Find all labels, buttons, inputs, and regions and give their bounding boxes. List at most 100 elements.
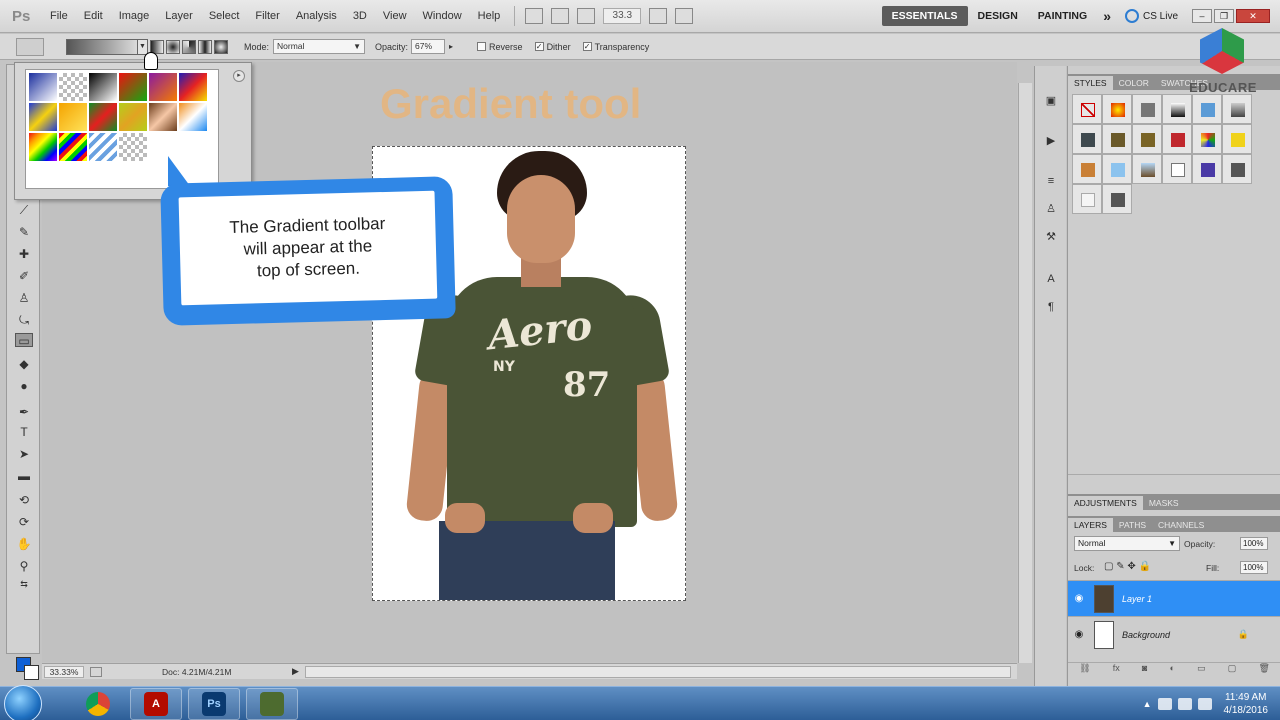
- style-swatch[interactable]: [1102, 124, 1132, 154]
- style-swatch[interactable]: [1222, 154, 1252, 184]
- tab-layers[interactable]: LAYERS: [1068, 518, 1113, 532]
- style-swatch[interactable]: [1162, 124, 1192, 154]
- clone-stamp-icon[interactable]: ♙: [15, 291, 33, 305]
- layer-opacity-field[interactable]: 100%: [1240, 537, 1268, 550]
- mode-select[interactable]: Normal ▼: [273, 39, 366, 54]
- tab-channels[interactable]: CHANNELS: [1152, 518, 1210, 532]
- layer-row-background[interactable]: ◉ Background 🔒: [1068, 616, 1280, 652]
- style-swatch[interactable]: [1192, 124, 1222, 154]
- status-menu-arrow-icon[interactable]: ▶: [292, 666, 299, 677]
- volume-icon[interactable]: [1197, 697, 1212, 710]
- gradient-swatch[interactable]: [178, 72, 208, 102]
- menu-window[interactable]: Window: [415, 10, 470, 22]
- gradient-swatch[interactable]: [58, 102, 88, 132]
- dither-checkbox[interactable]: ✓ Dither: [534, 42, 571, 52]
- gradient-swatch[interactable]: [88, 72, 118, 102]
- layer-style-icon[interactable]: fx: [1113, 663, 1120, 676]
- background-color-swatch[interactable]: [24, 665, 39, 680]
- dodge-icon[interactable]: ●: [15, 379, 33, 393]
- taskbar-acrobat[interactable]: A: [130, 687, 182, 720]
- menu-select[interactable]: Select: [201, 10, 248, 22]
- popup-menu-icon[interactable]: ▸: [233, 70, 245, 82]
- gradient-swatch[interactable]: [178, 102, 208, 132]
- bridge-icon[interactable]: [525, 8, 544, 24]
- style-swatch[interactable]: [1072, 124, 1102, 154]
- screen-mode-icon[interactable]: [675, 8, 694, 24]
- adjustment-layer-icon[interactable]: ◐: [1169, 663, 1174, 676]
- zoom-level-field[interactable]: 33.3: [603, 8, 642, 24]
- status-info-icon[interactable]: [90, 666, 102, 677]
- character-panel-icon[interactable]: A: [1043, 272, 1059, 286]
- menu-edit[interactable]: Edit: [76, 10, 111, 22]
- menu-layer[interactable]: Layer: [157, 10, 201, 22]
- transparency-checkbox[interactable]: ✓ Transparency: [582, 42, 649, 52]
- history-panel-icon[interactable]: ▣: [1043, 94, 1059, 108]
- layer-name[interactable]: Background: [1122, 630, 1170, 640]
- healing-brush-icon[interactable]: ✚: [15, 247, 33, 261]
- path-selection-icon[interactable]: ➤: [15, 447, 33, 461]
- quick-selection-icon[interactable]: ⟋: [15, 203, 33, 217]
- 3d-rotate-icon[interactable]: ⟲: [15, 493, 33, 507]
- opacity-slider-icon[interactable]: ▸: [449, 42, 453, 51]
- menu-filter[interactable]: Filter: [247, 10, 287, 22]
- gradient-swatch[interactable]: [28, 132, 58, 162]
- diamond-gradient-button[interactable]: [214, 39, 228, 54]
- add-mask-icon[interactable]: ◙: [1142, 663, 1147, 676]
- clone-source-panel-icon[interactable]: ♙: [1043, 202, 1059, 216]
- eyedropper-icon[interactable]: ✎: [15, 225, 33, 239]
- radial-gradient-button[interactable]: [166, 39, 180, 54]
- taskbar-app[interactable]: [246, 687, 298, 720]
- layer-name[interactable]: Layer 1: [1122, 594, 1152, 604]
- eye-icon[interactable]: ◉: [1068, 629, 1090, 640]
- tool-preset-picker[interactable]: [16, 37, 44, 56]
- minimize-icon[interactable]: –: [1192, 9, 1212, 23]
- gradient-swatch[interactable]: [88, 132, 118, 162]
- gradient-swatch[interactable]: [148, 72, 178, 102]
- menu-file[interactable]: File: [42, 10, 76, 22]
- tab-paths[interactable]: PATHS: [1113, 518, 1152, 532]
- layer-blend-mode-select[interactable]: Normal ▼: [1074, 536, 1180, 551]
- zoom-icon[interactable]: ⚲: [15, 559, 33, 573]
- style-none-icon[interactable]: [1072, 94, 1102, 124]
- style-swatch[interactable]: [1102, 184, 1132, 214]
- style-swatch[interactable]: [1132, 124, 1162, 154]
- style-swatch[interactable]: [1222, 124, 1252, 154]
- eye-icon[interactable]: ◉: [1068, 593, 1090, 604]
- taskbar-photoshop[interactable]: Ps: [188, 687, 240, 720]
- new-group-icon[interactable]: ▭: [1197, 663, 1206, 676]
- actions-panel-icon[interactable]: ▶: [1043, 134, 1059, 148]
- layer-row-layer-1[interactable]: ◉ Layer 1: [1068, 580, 1280, 616]
- tool-presets-panel-icon[interactable]: ⚒: [1043, 230, 1059, 244]
- workspace-essentials[interactable]: ESSENTIALS: [881, 6, 968, 26]
- gradient-swatch[interactable]: [118, 102, 148, 132]
- blur-icon[interactable]: ◆: [15, 357, 33, 371]
- gradient-swatch[interactable]: [58, 72, 88, 102]
- arrange-documents-icon[interactable]: [649, 8, 668, 24]
- tab-color[interactable]: COLOR: [1113, 76, 1155, 90]
- style-swatch[interactable]: [1102, 94, 1132, 124]
- style-swatch[interactable]: [1102, 154, 1132, 184]
- gradient-swatch[interactable]: [28, 102, 58, 132]
- taskbar-chrome[interactable]: [72, 688, 124, 720]
- style-swatch[interactable]: [1132, 94, 1162, 124]
- brushes-panel-icon[interactable]: ≡: [1043, 174, 1059, 188]
- chevron-down-icon[interactable]: ▼: [137, 39, 147, 54]
- history-brush-icon[interactable]: ⤿: [15, 313, 33, 327]
- tray-app-icon[interactable]: [1157, 697, 1172, 710]
- style-swatch[interactable]: [1132, 154, 1162, 184]
- gradient-swatch[interactable]: [28, 72, 58, 102]
- reflected-gradient-button[interactable]: [198, 39, 212, 54]
- workspace-design[interactable]: DESIGN: [968, 6, 1028, 26]
- new-layer-icon[interactable]: ▢: [1228, 663, 1237, 676]
- rectangle-shape-icon[interactable]: ▬: [15, 469, 33, 483]
- style-swatch[interactable]: [1072, 154, 1102, 184]
- style-swatch[interactable]: [1162, 154, 1192, 184]
- menu-view[interactable]: View: [375, 10, 415, 22]
- taskbar-clock[interactable]: 11:49 AM 4/18/2016: [1224, 691, 1269, 717]
- start-orb-icon[interactable]: [4, 684, 42, 720]
- style-swatch[interactable]: [1192, 154, 1222, 184]
- status-zoom-field[interactable]: 33.33%: [44, 665, 84, 678]
- swap-colors-icon[interactable]: ⇆: [15, 577, 33, 591]
- tab-adjustments[interactable]: ADJUSTMENTS: [1068, 496, 1143, 510]
- pen-icon[interactable]: ✒: [15, 405, 33, 419]
